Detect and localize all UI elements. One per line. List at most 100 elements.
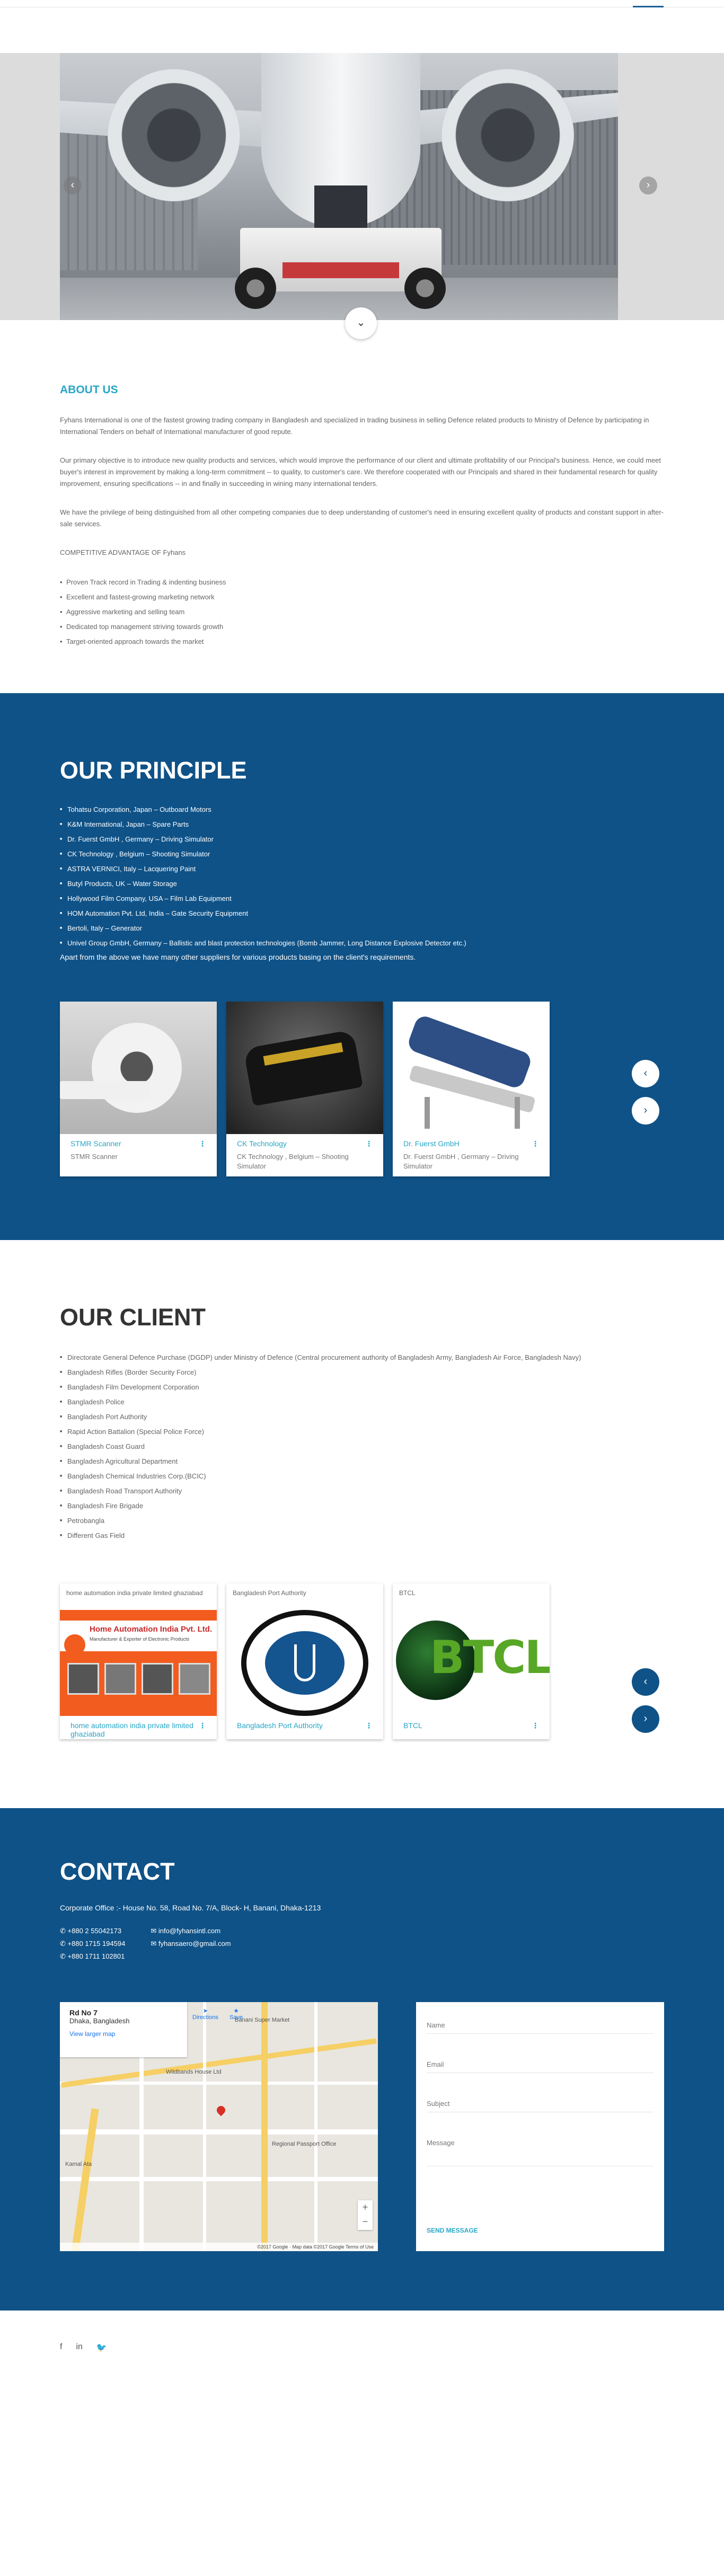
principle-card[interactable]: CK Technology ⋮ CK Technology , Belgium –… — [226, 1002, 383, 1176]
list-item: Bangladesh Port Authority — [60, 1410, 664, 1424]
carousel-prev-button[interactable]: ‹ — [632, 1060, 659, 1087]
linkedin-icon[interactable]: in — [76, 2342, 82, 2353]
list-item: Excellent and fastest-growing marketing … — [60, 591, 664, 603]
card-title[interactable]: BTCL — [403, 1721, 422, 1732]
principle-card[interactable]: Dr. Fuerst GmbH ⋮ Dr. Fuerst GmbH , Germa… — [393, 1002, 550, 1176]
location-map[interactable]: Banani Super Market Wildbands House Ltd … — [60, 2002, 378, 2251]
list-item: ASTRA VERNICI, Italy – Lacquering Paint — [60, 862, 664, 877]
list-item: Different Gas Field — [60, 1528, 664, 1543]
list-item: Petrobangla — [60, 1513, 664, 1528]
carousel-prev-button[interactable]: ‹ — [632, 1668, 659, 1696]
logo-text: BTCL — [430, 1631, 550, 1684]
client-card[interactable]: home automation india private limited gh… — [60, 1583, 217, 1739]
list-item: Bangladesh Film Development Corporation — [60, 1380, 664, 1395]
more-vert-icon[interactable]: ⋮ — [365, 1721, 373, 1732]
map-zoom-control[interactable]: + − — [358, 2200, 373, 2230]
card-image — [60, 1002, 217, 1134]
list-item: HOM Automation Pvt. Ltd, India – Gate Se… — [60, 906, 664, 921]
send-message-button[interactable]: SEND MESSAGE — [427, 2227, 478, 2234]
map-label: Kamal Ata — [65, 2161, 92, 2167]
card-title[interactable]: CK Technology — [237, 1139, 287, 1150]
phone-number[interactable]: +880 1715 194594 — [68, 1940, 126, 1948]
chevron-right-icon: › — [646, 179, 650, 191]
card-image — [393, 1002, 550, 1134]
message-field[interactable] — [427, 2135, 654, 2166]
slider-next-button[interactable]: › — [639, 176, 657, 194]
card-caption: BTCL — [399, 1589, 416, 1597]
card-title[interactable]: home automation india private limited gh… — [70, 1721, 199, 1738]
nav-active-indicator — [633, 6, 664, 7]
chevron-left-icon: ‹ — [643, 1067, 648, 1079]
principle-title: OUR PRINCIPLE — [60, 757, 247, 784]
map-save-button[interactable]: ★ Save — [229, 2007, 243, 2021]
more-vert-icon[interactable]: ⋮ — [532, 1721, 539, 1732]
logo-tagline: Manufacturer & Exporter of Electronic Pr… — [90, 1636, 190, 1642]
map-attribution: ©2017 Google · Map data ©2017 Google Ter… — [60, 2243, 378, 2251]
card-title[interactable]: Bangladesh Port Authority — [237, 1721, 323, 1732]
card-caption: Bangladesh Port Authority — [233, 1589, 306, 1597]
principle-card[interactable]: STMR Scanner ⋮ STMR Scanner — [60, 1002, 217, 1176]
email-field[interactable] — [427, 2056, 654, 2073]
mail-icon: ✉ — [151, 1927, 158, 1935]
phone-number[interactable]: +880 2 55042173 — [68, 1927, 122, 1935]
list-item: CK Technology , Belgium – Shooting Simul… — [60, 847, 664, 862]
directions-icon: ➤ — [202, 2008, 208, 2014]
more-vert-icon[interactable]: ⋮ — [199, 1139, 206, 1150]
chevron-left-icon: ‹ — [643, 1676, 648, 1687]
star-icon: ★ — [233, 2008, 239, 2014]
about-paragraph: We have the privilege of being distingui… — [60, 508, 664, 528]
more-vert-icon[interactable]: ⋮ — [365, 1139, 373, 1150]
client-card[interactable]: Bangladesh Port Authority Bangladesh Por… — [226, 1583, 383, 1739]
phone-number[interactable]: +880 1711 102801 — [68, 1952, 125, 1960]
slider-prev-button[interactable]: ‹ — [64, 176, 82, 194]
email-link[interactable]: fyhansaero@gmail.com — [158, 1940, 231, 1948]
card-caption: home automation india private limited gh… — [66, 1589, 203, 1597]
list-item: Bangladesh Police — [60, 1395, 664, 1410]
list-item: Aggressive marketing and selling team — [60, 606, 664, 617]
carousel-next-button[interactable]: › — [632, 1705, 659, 1733]
principle-list: Tohatsu Corporation, Japan – Outboard Mo… — [60, 802, 664, 951]
card-title[interactable]: STMR Scanner — [70, 1139, 121, 1150]
contact-form: SEND MESSAGE — [416, 2002, 664, 2251]
map-region: Dhaka, Bangladesh — [69, 2017, 130, 2025]
client-logo — [226, 1610, 383, 1716]
list-item: Proven Track record in Trading & indenti… — [60, 577, 664, 588]
card-title[interactable]: Dr. Fuerst GmbH — [403, 1139, 460, 1150]
card-subtitle: STMR Scanner — [70, 1153, 118, 1161]
phone-icon: ✆ — [60, 1927, 68, 1935]
map-pin-icon[interactable] — [215, 2104, 227, 2117]
list-item: Hollywood Film Company, USA – Film Lab E… — [60, 891, 664, 906]
client-card[interactable]: BTCL BTCL BTCL ⋮ — [393, 1583, 550, 1739]
about-paragraph: Our primary objective is to introduce ne… — [60, 456, 661, 488]
facebook-icon[interactable]: f — [60, 2342, 62, 2353]
map-directions-button[interactable]: ➤ Directions — [192, 2007, 218, 2021]
more-vert-icon[interactable]: ⋮ — [532, 1139, 539, 1150]
logo-text: Home Automation India Pvt. Ltd. — [90, 1625, 213, 1634]
map-label: Regional Passport Office — [272, 2141, 337, 2147]
phone-icon: ✆ — [60, 1940, 68, 1948]
chevron-right-icon: › — [643, 1104, 648, 1116]
scroll-down-button[interactable]: ⌄ — [345, 307, 377, 339]
view-larger-map-link[interactable]: View larger map — [69, 2030, 178, 2038]
advantage-list: Proven Track record in Trading & indenti… — [60, 577, 664, 647]
client-section: OUR CLIENT Directorate General Defence P… — [0, 1240, 724, 1808]
card-subtitle: CK Technology , Belgium – Shooting Simul… — [237, 1153, 349, 1170]
list-item: Bangladesh Fire Brigade — [60, 1499, 664, 1513]
list-item: K&M International, Japan – Spare Parts — [60, 817, 664, 832]
client-title: OUR CLIENT — [60, 1304, 206, 1331]
list-item: Tohatsu Corporation, Japan – Outboard Mo… — [60, 802, 664, 817]
twitter-icon[interactable]: 🐦 — [96, 2342, 107, 2353]
list-item: Univel Group GmbH, Germany – Ballistic a… — [60, 936, 664, 951]
email-link[interactable]: info@fyhansintl.com — [158, 1927, 220, 1935]
more-vert-icon[interactable]: ⋮ — [199, 1721, 206, 1732]
carousel-next-button[interactable]: › — [632, 1097, 659, 1125]
office-address: Corporate Office :- House No. 58, Road N… — [60, 1904, 321, 1912]
principle-carousel: STMR Scanner ⋮ STMR Scanner CK Technology… — [60, 1002, 664, 1176]
subject-field[interactable] — [427, 2095, 654, 2112]
name-field[interactable] — [427, 2017, 654, 2034]
phone-icon: ✆ — [60, 1952, 68, 1960]
hero-slide-image — [60, 53, 618, 320]
card-subtitle: Dr. Fuerst GmbH , Germany – Driving Simu… — [403, 1153, 519, 1170]
footer: f in 🐦 — [0, 2311, 724, 2401]
list-item: Dedicated top management striving toward… — [60, 621, 664, 632]
